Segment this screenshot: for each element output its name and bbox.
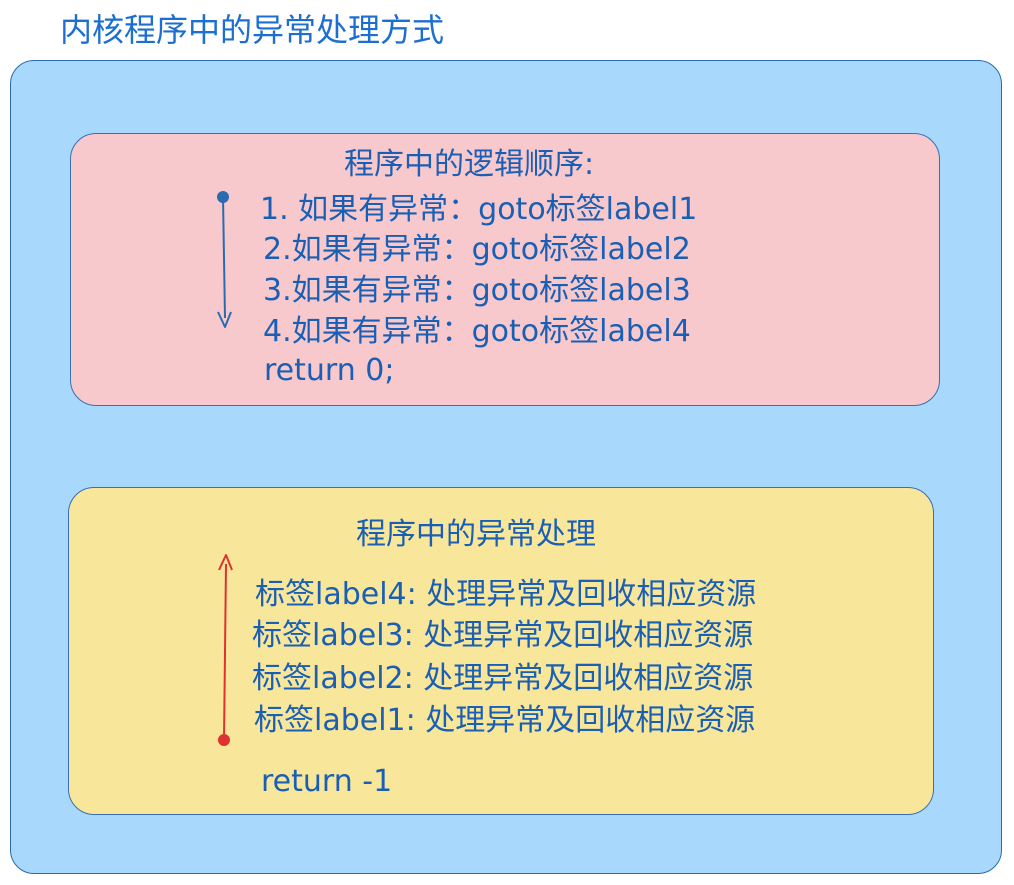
logic-return-line: return 0; — [264, 353, 395, 388]
exception-handling-heading: 程序中的异常处理 — [356, 517, 596, 552]
page-title: 内核程序中的异常处理方式 — [60, 11, 445, 49]
handler-line-label3: 标签label3: 处理异常及回收相应资源 — [252, 618, 754, 653]
handler-line-label2: 标签label2: 处理异常及回收相应资源 — [252, 661, 754, 696]
handler-line-label1: 标签label1: 处理异常及回收相应资源 — [254, 703, 756, 738]
logic-line-4: 4.如果有异常：goto标签label4 — [263, 314, 691, 349]
logic-line-3: 3.如果有异常：goto标签label3 — [263, 273, 691, 308]
handler-return-line: return -1 — [261, 764, 393, 799]
logic-line-1: 1. 如果有异常：goto标签label1 — [260, 192, 698, 227]
logic-line-2: 2.如果有异常：goto标签label2 — [263, 232, 691, 267]
handler-line-label4: 标签label4: 处理异常及回收相应资源 — [255, 577, 757, 612]
logic-order-heading: 程序中的逻辑顺序: — [344, 147, 595, 182]
